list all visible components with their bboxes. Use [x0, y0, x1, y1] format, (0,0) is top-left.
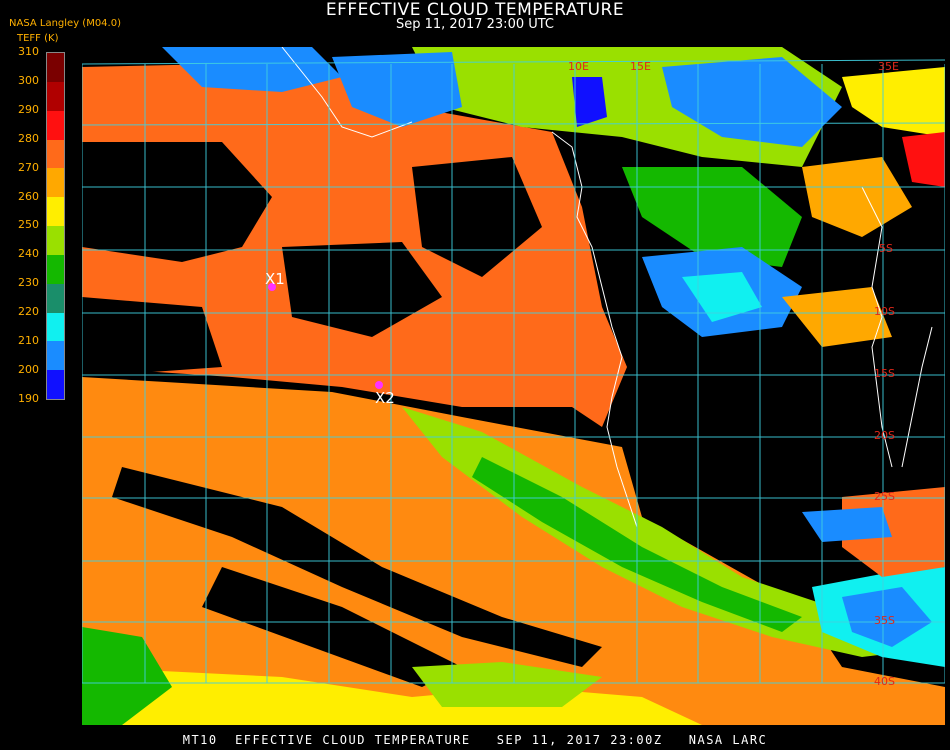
map-subtitle: Sep 11, 2017 23:00 UTC	[395, 17, 555, 32]
colorbar-segment	[47, 139, 64, 169]
lat-label-35s: 35S	[874, 614, 895, 627]
lat-label-15s: 15S	[874, 367, 895, 380]
colorbar-tick-label: 250	[18, 218, 39, 232]
source-label: NASA Langley (M04.0)	[9, 18, 121, 29]
colorbar-segment	[47, 53, 64, 83]
colorbar-tick-label: 190	[18, 391, 39, 405]
lat-label-25s: 25S	[874, 490, 895, 503]
lon-label-35e: 35E	[878, 60, 899, 73]
lat-label-10s: 10S	[874, 305, 895, 318]
colorbar-segment	[47, 168, 64, 198]
colorbar-tick-label: 300	[18, 73, 39, 87]
marker-x1-label: X1	[265, 270, 285, 288]
colorbar-tick-label: 200	[18, 362, 39, 376]
colorbar-segment	[47, 110, 64, 140]
lat-label-5s: 5S	[879, 242, 893, 255]
marker-x2-dot	[375, 381, 383, 389]
units-label: TEFF (K)	[17, 33, 59, 44]
colorbar-tick-label: 280	[18, 131, 39, 145]
marker-x2-label: X2	[375, 389, 395, 407]
colorbar-segment	[47, 283, 64, 313]
footer-caption: MT10 EFFECTIVE CLOUD TEMPERATURE SEP 11,…	[182, 733, 768, 747]
colorbar-tick-label: 230	[18, 276, 39, 290]
lon-label-15e: 15E	[630, 60, 651, 73]
colorbar-tick-label: 240	[18, 247, 39, 261]
colorbar-tick-label: 270	[18, 160, 39, 174]
colorbar-segment	[47, 312, 64, 342]
lon-label-10e: 10E	[568, 60, 589, 73]
colorbar-tick-label: 220	[18, 305, 39, 319]
colorbar-tick-label: 260	[18, 189, 39, 203]
colorbar-segment	[47, 254, 64, 285]
colorbar	[46, 52, 65, 400]
clear-patch	[82, 297, 222, 377]
colorbar-tick-label: 210	[18, 334, 39, 347]
lat-label-20s: 20S	[874, 429, 895, 442]
colorbar-segment	[47, 341, 64, 371]
lat-label-40s: 40S	[874, 675, 895, 688]
colorbar-tick-label: 290	[18, 102, 39, 116]
colorbar-segment	[47, 226, 64, 256]
colorbar-tick-label: 310	[18, 45, 39, 58]
colorbar-segment	[47, 81, 64, 112]
colorbar-segment	[47, 197, 64, 227]
satellite-map: 10E 15E 35E 5S 10S 15S 20S 25S 35S 40S X…	[82, 47, 945, 725]
colorbar-segment	[47, 370, 64, 400]
